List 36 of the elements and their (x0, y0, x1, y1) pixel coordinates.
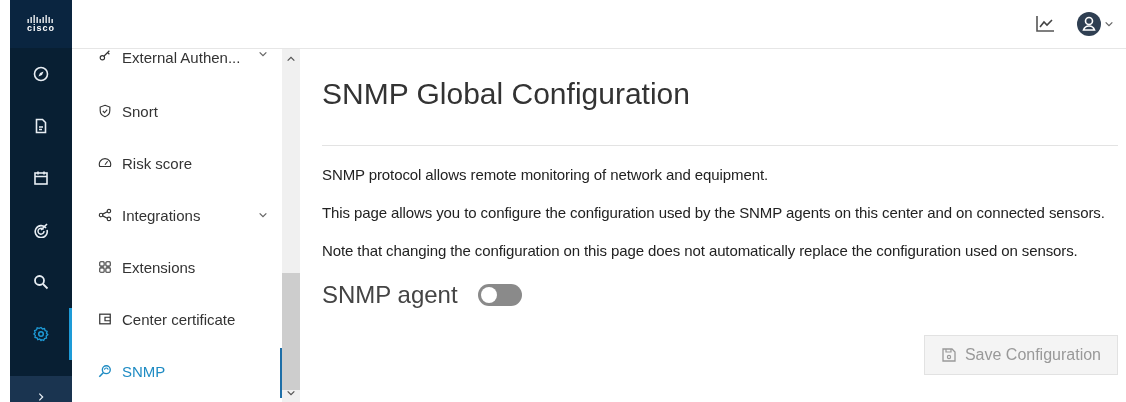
description-text: SNMP protocol allows remote monitoring of network and equipment. (322, 166, 770, 183)
logo-bars-icon (27, 15, 55, 23)
shield-icon (98, 104, 112, 118)
chevron-up-icon (286, 54, 296, 64)
sidebar-item[interactable]: Integrations (72, 189, 282, 241)
chevron-down-icon (286, 388, 296, 398)
share-icon (98, 208, 112, 222)
certificate-icon (98, 312, 112, 326)
sidebar-item[interactable]: Risk score (72, 137, 282, 189)
document-icon (33, 118, 49, 134)
compass-icon (33, 66, 49, 82)
key-icon (98, 49, 112, 63)
user-menu-button[interactable] (1077, 12, 1114, 36)
description-text: Note that changing the configuration on this page does not automatically replace the configuration used on sensors. (322, 242, 1079, 259)
toggle-label: SNMP agent (322, 281, 458, 309)
description-text: This page allows you to configure the configuration used by the SNMP agents on this center and on connected sensors. (322, 204, 1106, 221)
settings-icon (33, 326, 49, 342)
chart-icon[interactable] (1035, 15, 1055, 33)
search-icon (98, 364, 112, 378)
sidebar-item[interactable]: SNMP (72, 345, 282, 397)
grid-icon (98, 260, 112, 274)
sidebar-item[interactable]: Center certificate (72, 293, 282, 345)
avatar-icon (1077, 12, 1101, 36)
sidebar-item[interactable]: Extensions (72, 241, 282, 293)
page-title: SNMP Global Configuration (322, 77, 1118, 146)
logo-text: cisco (27, 23, 55, 33)
scrollbar[interactable] (282, 48, 300, 402)
target-icon (33, 222, 49, 238)
sidebar-item[interactable]: External Authen... (72, 49, 282, 85)
toggle-switch[interactable] (477, 284, 522, 306)
chevron-right-icon (36, 392, 46, 402)
sidebar-item[interactable]: Snort (72, 85, 282, 137)
gauge-icon (98, 156, 112, 170)
calendar-icon (33, 170, 49, 186)
search-icon (33, 274, 49, 290)
chevron-down-icon (1104, 19, 1114, 29)
